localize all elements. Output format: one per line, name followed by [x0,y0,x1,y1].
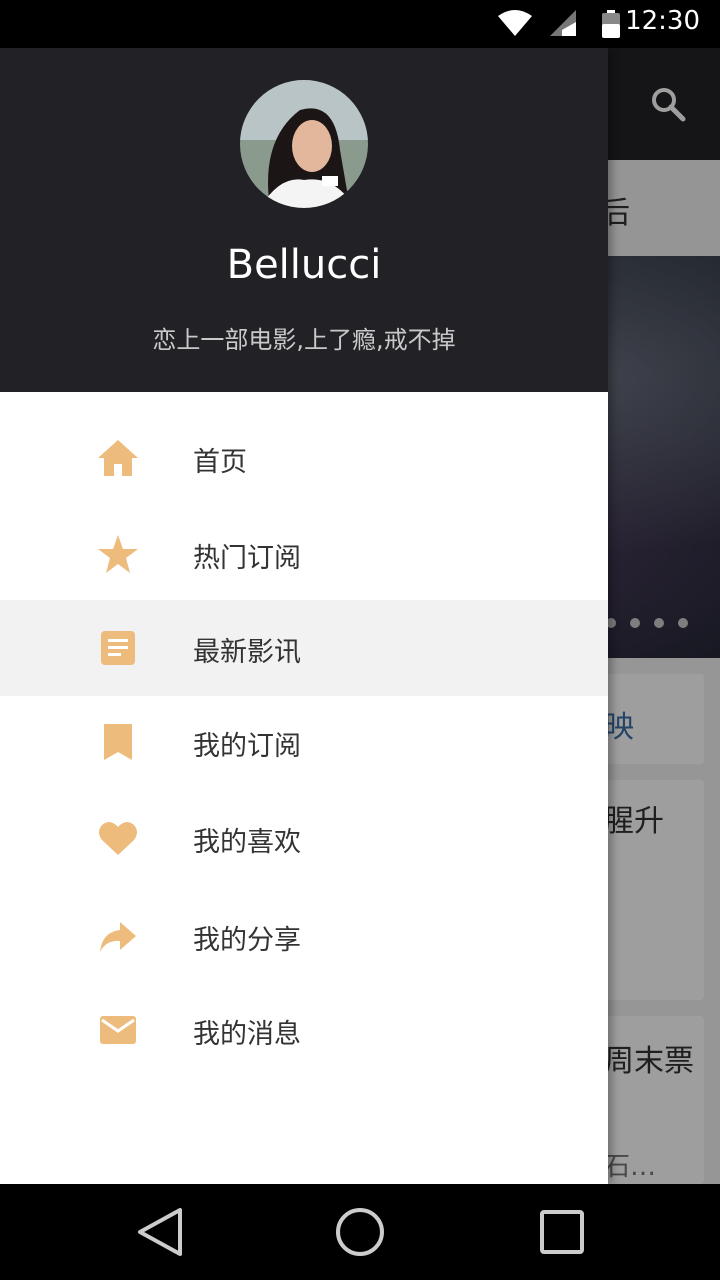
menu-item-hot-subscriptions[interactable]: 热门订阅 [0,506,608,602]
recents-icon[interactable] [538,1206,586,1262]
back-icon[interactable] [136,1206,184,1262]
mail-icon [98,1010,138,1050]
system-nav-bar [0,1184,720,1280]
menu-item-latest-news[interactable]: 最新影讯 [0,600,608,696]
menu-item-my-messages[interactable]: 我的消息 [0,982,608,1078]
menu-item-label: 我的分享 [193,925,301,956]
username: Bellucci [226,242,382,288]
signal-icon [550,10,576,40]
status-bar: 12:30 [0,0,720,48]
drawer-header: Bellucci 恋上一部电影,上了瘾,戒不掉 [0,48,608,392]
home-icon [98,438,138,478]
home-circle-icon[interactable] [334,1206,386,1262]
bookmark-icon [98,722,138,762]
avatar[interactable] [240,80,368,208]
status-time: 12:30 [625,6,700,36]
navigation-drawer: Bellucci 恋上一部电影,上了瘾,戒不掉 首页 热门订阅 最新影讯 我的订… [0,48,608,1184]
menu-item-my-shares[interactable]: 我的分享 [0,888,608,984]
menu-item-label: 我的消息 [193,1019,301,1050]
share-icon [98,916,138,956]
menu-item-home[interactable]: 首页 [0,410,608,506]
menu-item-label: 我的喜欢 [193,827,301,858]
menu-item-label: 热门订阅 [193,543,301,574]
menu-item-label: 我的订阅 [193,731,301,762]
menu-item-my-likes[interactable]: 我的喜欢 [0,790,608,886]
user-tagline: 恋上一部电影,上了瘾,戒不掉 [152,326,456,354]
menu-item-my-subscriptions[interactable]: 我的订阅 [0,694,608,790]
article-icon [98,628,138,668]
star-icon [98,534,138,574]
menu-item-label: 最新影讯 [193,637,301,668]
heart-icon [98,818,138,858]
menu-item-label: 首页 [193,447,247,478]
wifi-icon [498,10,532,40]
battery-icon [602,10,620,42]
